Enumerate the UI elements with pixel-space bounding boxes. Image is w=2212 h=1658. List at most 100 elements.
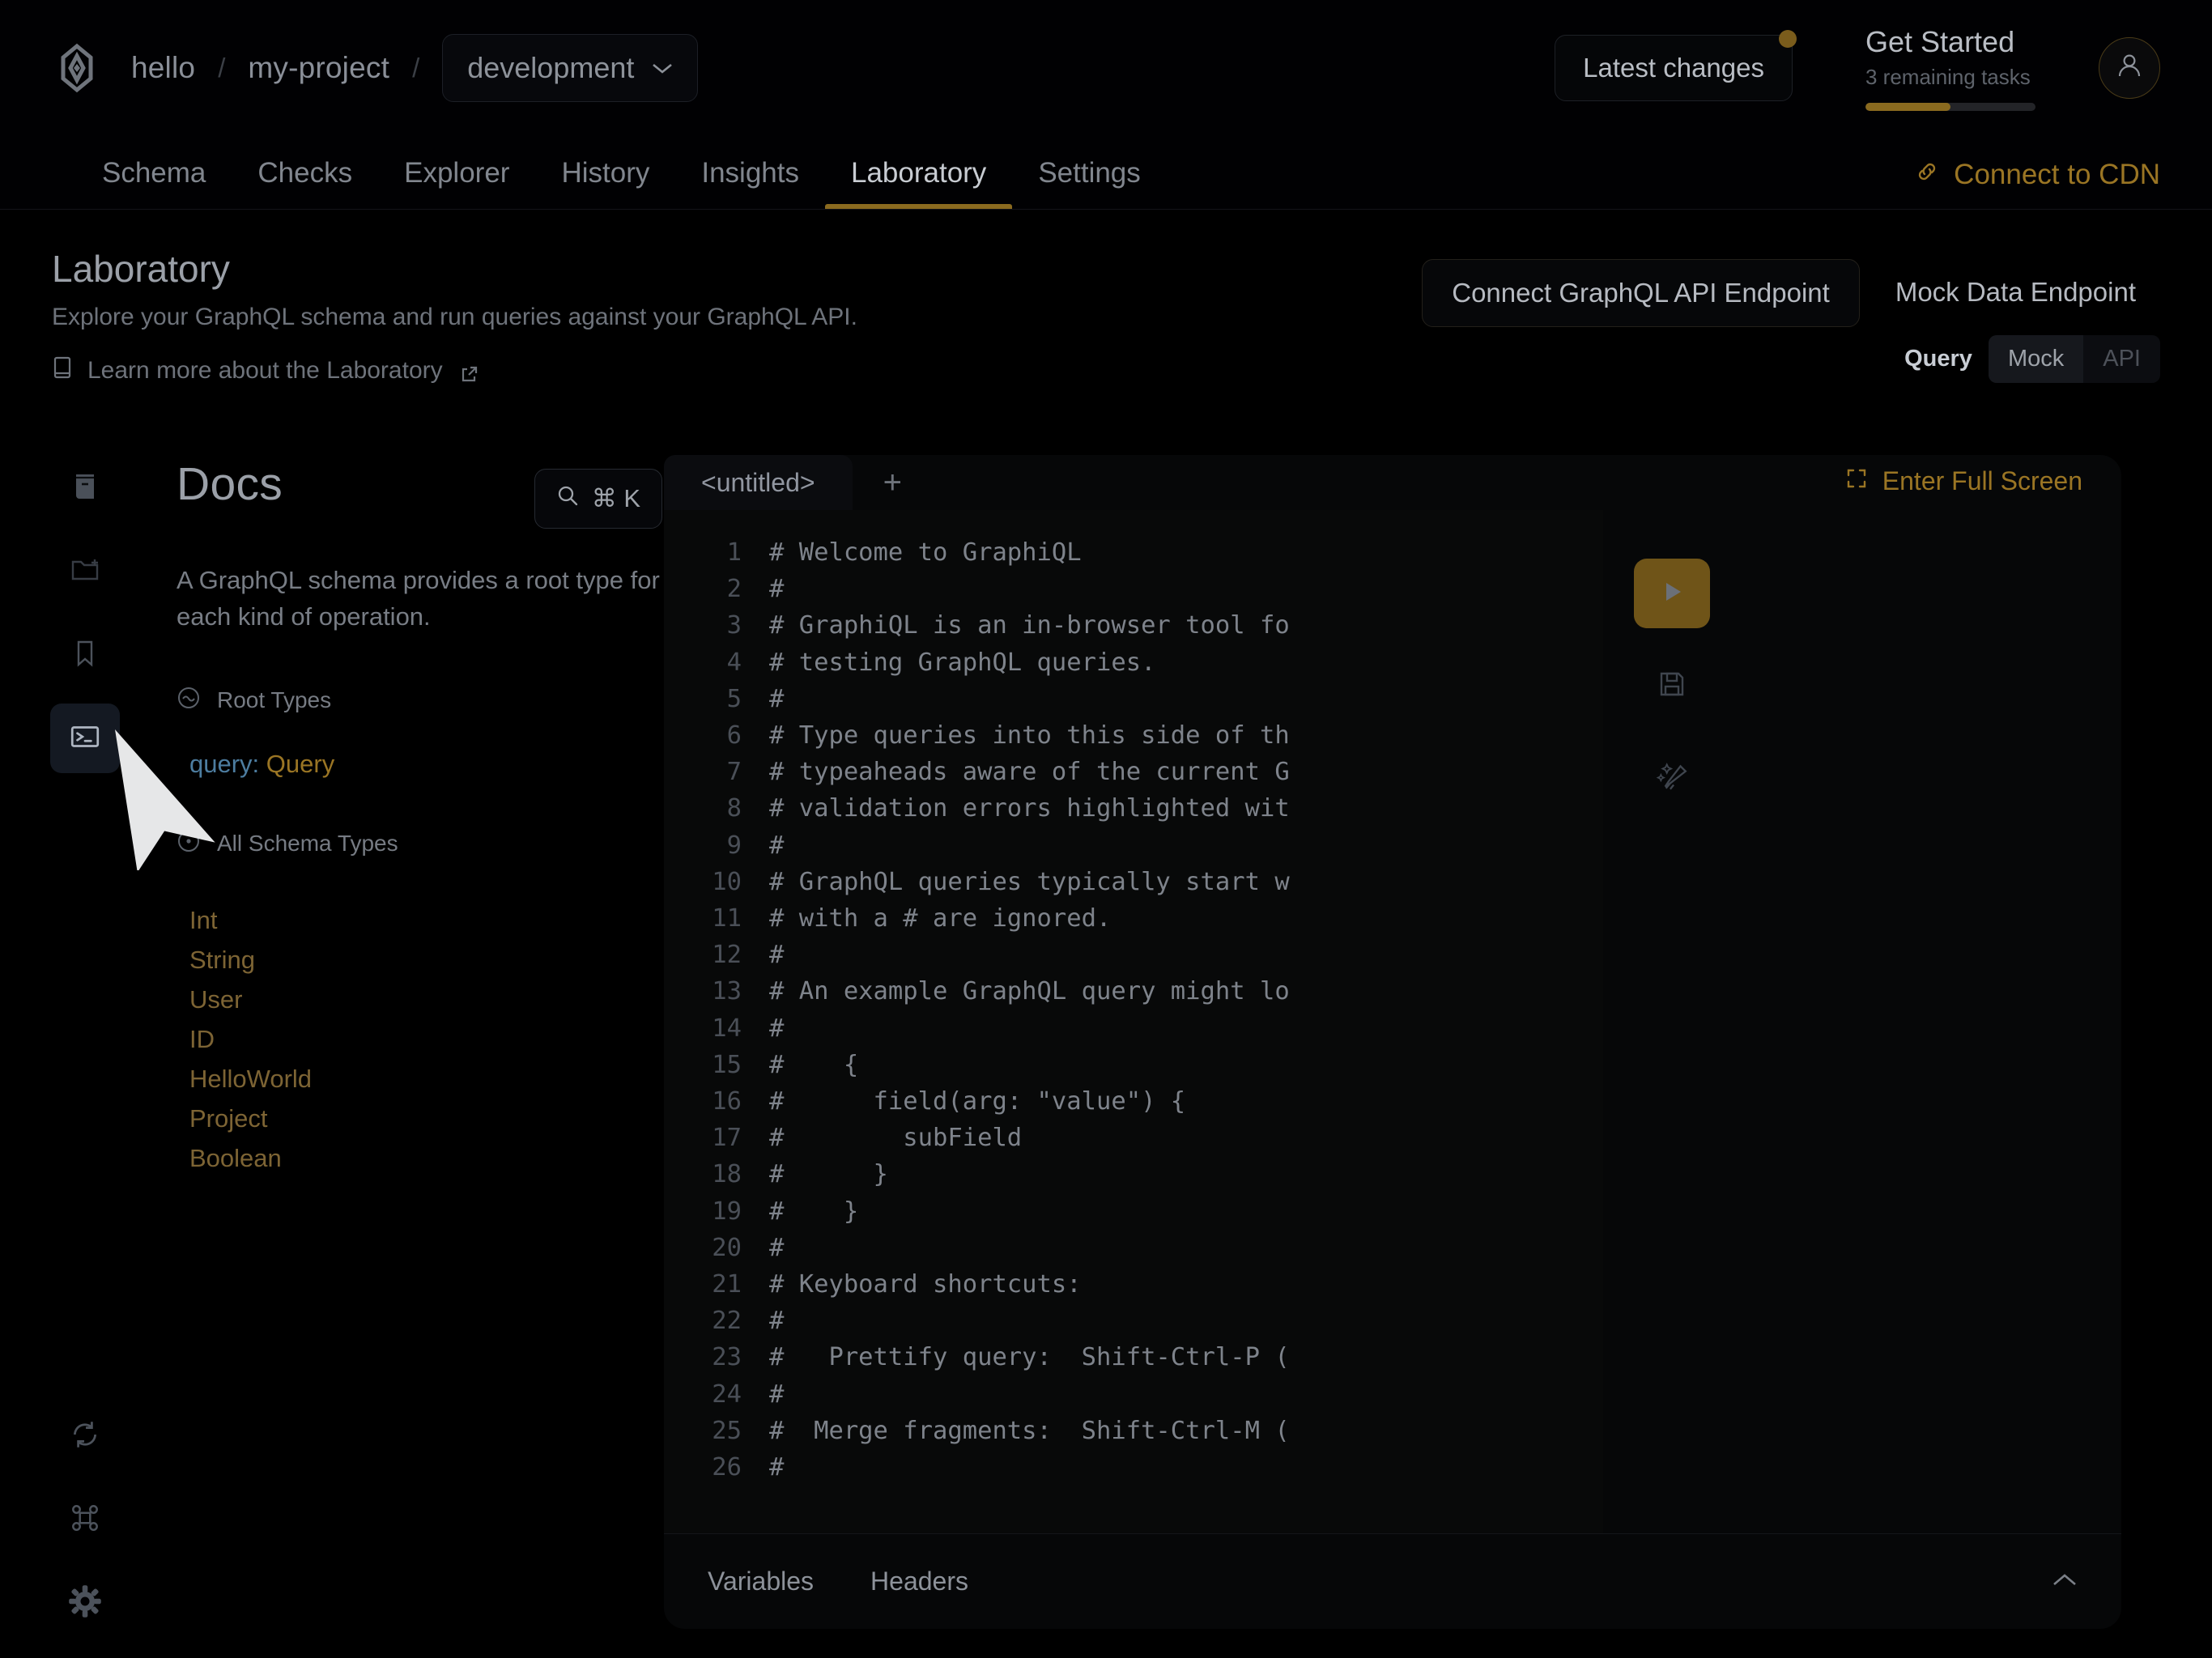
bookmark-icon bbox=[69, 637, 101, 674]
book-docs-icon bbox=[69, 470, 101, 507]
latest-changes-wrap: Latest changes bbox=[1555, 29, 1797, 101]
code-line-number: 6 bbox=[726, 721, 742, 750]
code-line-text: # validation errors highlighted wit bbox=[769, 794, 1290, 823]
connect-graphql-api-endpoint-button[interactable]: Connect GraphQL API Endpoint bbox=[1422, 259, 1860, 327]
code-line-text: # An example GraphQL query might lo bbox=[769, 977, 1290, 1006]
breadcrumb-project[interactable]: my-project bbox=[230, 51, 407, 85]
code-line-number: 20 bbox=[712, 1233, 742, 1262]
chevron-up-icon[interactable] bbox=[2052, 1571, 2078, 1592]
nav-tab-checks[interactable]: Checks bbox=[232, 157, 378, 209]
notification-dot-icon bbox=[1779, 29, 1797, 48]
code-line-number: 13 bbox=[712, 977, 742, 1006]
docs-type-item[interactable]: Int bbox=[189, 903, 662, 942]
code-line-number: 10 bbox=[712, 867, 742, 896]
code-line-number: 21 bbox=[712, 1270, 742, 1299]
query-editor-panel: <untitled> + Enter Full Screen 1 # Welcom… bbox=[664, 455, 2121, 1629]
book-icon bbox=[52, 355, 73, 386]
latest-changes-button[interactable]: Latest changes bbox=[1555, 34, 1793, 101]
editor-tab[interactable]: <untitled> bbox=[664, 455, 853, 510]
code-line-text: # bbox=[769, 1380, 785, 1409]
chevron-down-icon bbox=[652, 62, 673, 74]
docs-type-item[interactable]: Project bbox=[189, 1101, 662, 1141]
page-title: Laboratory bbox=[52, 248, 230, 290]
nav-tabs: Schema Checks Explorer History Insights Labor… bbox=[52, 157, 1167, 209]
magic-wand-icon bbox=[1655, 759, 1689, 797]
search-icon bbox=[556, 484, 579, 513]
play-icon bbox=[1656, 576, 1688, 612]
hive-logo-icon[interactable] bbox=[52, 43, 102, 93]
prettify-query-button[interactable] bbox=[1636, 743, 1708, 813]
code-line-text: # field(arg: "value") { bbox=[769, 1087, 1186, 1116]
connect-to-cdn-label: Connect to CDN bbox=[1954, 159, 2160, 190]
code-line-number: 14 bbox=[712, 1014, 742, 1043]
code-line-text: # Keyboard shortcuts: bbox=[769, 1270, 1082, 1299]
mode-toggle-options: Mock API bbox=[1988, 335, 2160, 383]
code-line-text: # GraphQL queries typically start w bbox=[769, 867, 1290, 896]
code-line-number: 18 bbox=[712, 1160, 742, 1189]
footer-tab-headers[interactable]: Headers bbox=[870, 1567, 968, 1596]
code-line-text: # bbox=[769, 575, 785, 604]
editor-icon-rail bbox=[50, 453, 120, 1652]
get-started-widget[interactable]: Get Started 3 remaining tasks bbox=[1865, 25, 2035, 112]
execute-query-button[interactable] bbox=[1634, 559, 1710, 628]
rail-item-refresh[interactable] bbox=[50, 1401, 120, 1471]
nav-tab-schema[interactable]: Schema bbox=[76, 157, 232, 209]
code-line-number: 2 bbox=[726, 575, 742, 604]
mode-option-mock[interactable]: Mock bbox=[1988, 335, 2084, 383]
mouse-cursor-icon bbox=[113, 725, 259, 874]
enter-full-screen-button[interactable]: Enter Full Screen bbox=[1845, 466, 2082, 496]
docs-root-type-value: Query bbox=[266, 749, 335, 778]
docs-section-root-types: Root Types bbox=[177, 686, 662, 716]
rail-item-new-folder[interactable] bbox=[50, 537, 120, 606]
code-line-number: 25 bbox=[712, 1416, 742, 1445]
docs-type-item[interactable]: String bbox=[189, 942, 662, 982]
environment-label: development bbox=[467, 51, 635, 84]
top-bar: hello / my-project / development Latest … bbox=[0, 0, 2212, 136]
docs-type-item[interactable]: Boolean bbox=[189, 1141, 662, 1180]
editor-action-buttons bbox=[1619, 559, 1725, 813]
nav-tab-settings[interactable]: Settings bbox=[1012, 157, 1166, 209]
rail-item-bookmarks[interactable] bbox=[50, 620, 120, 690]
code-line-text: # Merge fragments: Shift-Ctrl-M ( bbox=[769, 1416, 1290, 1445]
code-line-number: 22 bbox=[712, 1307, 742, 1336]
code-line-text: # bbox=[769, 1233, 785, 1262]
get-started-progress-bar bbox=[1865, 103, 2035, 112]
code-line-number: 16 bbox=[712, 1087, 742, 1116]
mock-data-endpoint-button[interactable]: Mock Data Endpoint bbox=[1871, 259, 2160, 325]
code-line-text: # GraphiQL is an in-browser tool fo bbox=[769, 611, 1290, 640]
docs-header: Docs ⌘ K bbox=[177, 457, 662, 529]
code-line-text: # with a # are ignored. bbox=[769, 904, 1112, 933]
code-line-number: 1 bbox=[726, 538, 742, 567]
rail-item-shortcuts[interactable] bbox=[50, 1485, 120, 1554]
rail-item-settings[interactable] bbox=[50, 1568, 120, 1638]
mode-option-api[interactable]: API bbox=[2083, 335, 2160, 383]
nav-tab-insights[interactable]: Insights bbox=[675, 157, 825, 209]
code-line-text: # subField bbox=[769, 1124, 1023, 1153]
nav-tab-laboratory[interactable]: Laboratory bbox=[824, 157, 1013, 209]
docs-type-item[interactable]: User bbox=[189, 982, 662, 1022]
connect-to-cdn-link[interactable]: Connect to CDN bbox=[1915, 159, 2160, 209]
environment-selector[interactable]: development bbox=[442, 34, 699, 102]
docs-type-item[interactable]: HelloWorld bbox=[189, 1061, 662, 1101]
docs-search-button[interactable]: ⌘ K bbox=[534, 469, 662, 529]
docs-type-item[interactable]: ID bbox=[189, 1022, 662, 1061]
docs-description: A GraphQL schema provides a root type fo… bbox=[177, 566, 660, 631]
nav-tab-explorer[interactable]: Explorer bbox=[378, 157, 535, 209]
gear-icon bbox=[67, 1584, 103, 1623]
editor-footer-bar: Variables Headers bbox=[664, 1533, 2121, 1629]
rail-item-terminal[interactable] bbox=[50, 704, 120, 773]
get-started-subtitle: 3 remaining tasks bbox=[1865, 65, 2031, 90]
editor-body[interactable]: 1 # Welcome to GraphiQL 2 #3 # GraphiQL is a… bbox=[664, 510, 2121, 1533]
avatar[interactable] bbox=[2099, 36, 2160, 99]
nav-tab-history[interactable]: History bbox=[535, 157, 675, 209]
learn-more-link[interactable]: Learn more about the Laboratory bbox=[52, 355, 857, 386]
breadcrumb-org[interactable]: hello bbox=[131, 51, 213, 85]
footer-tab-variables[interactable]: Variables bbox=[708, 1567, 814, 1596]
code-line-text: # bbox=[769, 1014, 785, 1043]
add-tab-button[interactable]: + bbox=[853, 455, 933, 510]
mode-toggle: Query Mock API bbox=[1904, 335, 2160, 383]
breadcrumb: hello / my-project / development bbox=[131, 34, 699, 102]
save-query-button[interactable] bbox=[1636, 651, 1708, 721]
rail-item-docs[interactable] bbox=[50, 453, 120, 523]
code-line-text: # bbox=[769, 831, 785, 860]
